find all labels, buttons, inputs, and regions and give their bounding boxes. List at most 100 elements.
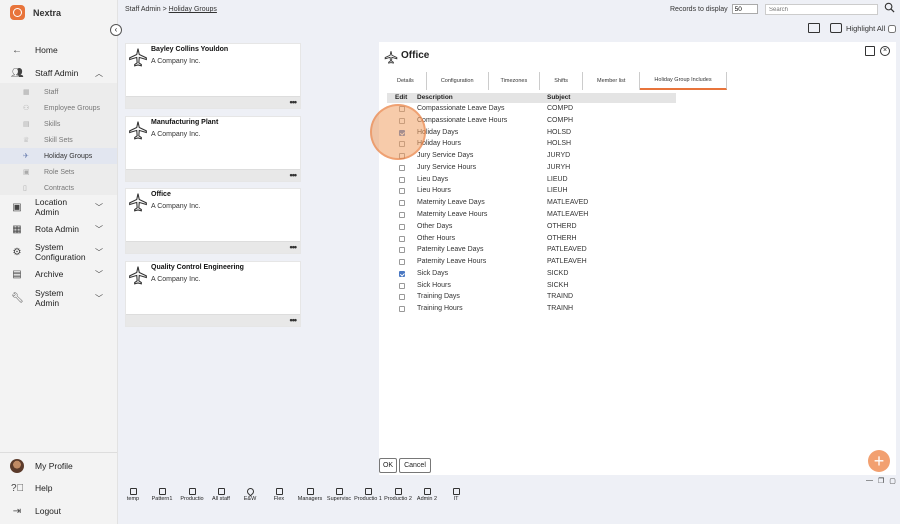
cancel-button[interactable]: Cancel <box>399 458 431 473</box>
sidebar-item-location-admin[interactable]: ▣ Location Admin ﹀ <box>0 197 117 217</box>
holiday-group-card[interactable]: Manufacturing Plant A Company Inc. ••• <box>125 116 301 182</box>
breadcrumb-current[interactable]: Holiday Groups <box>169 6 217 13</box>
include-checkbox[interactable] <box>399 212 405 219</box>
group-tab-icon <box>188 488 196 495</box>
group-tab-icon <box>129 488 137 495</box>
more-options-icon[interactable]: ••• <box>290 315 298 325</box>
sidebar-item-system-configuration[interactable]: ⚙ System Configuration ﹀ <box>0 242 117 262</box>
include-checkbox[interactable] <box>399 117 405 124</box>
group-tab[interactable]: Pattern1 <box>148 488 176 503</box>
holiday-group-card[interactable]: Quality Control Engineering A Company In… <box>125 261 301 327</box>
highlight-all[interactable]: Highlight All <box>846 24 897 33</box>
sidebar-item-my-profile[interactable]: My Profile <box>0 460 117 472</box>
holiday-group-card[interactable]: Office A Company Inc. ••• <box>125 188 301 254</box>
sidebar-item-logout[interactable]: ⇥ Logout <box>0 505 117 517</box>
grid-view-icon[interactable] <box>830 23 842 33</box>
group-tab[interactable]: IT <box>442 488 470 503</box>
group-tab-icon <box>452 488 460 495</box>
highlight-all-checkbox[interactable] <box>888 24 897 33</box>
group-tab[interactable]: temp <box>119 488 147 503</box>
tab-timezones[interactable]: Timezones <box>489 72 541 90</box>
include-checkbox[interactable] <box>399 188 405 195</box>
include-checkbox[interactable] <box>399 282 405 289</box>
sidebar-item-employee-groups[interactable]: ⚇ Employee Groups <box>0 100 117 116</box>
sidebar-item-skills[interactable]: ▤ Skills <box>0 116 117 132</box>
include-checkbox[interactable] <box>399 223 405 230</box>
chevron-down-icon: ﹀ <box>95 269 103 279</box>
tab-member-list[interactable]: Member list <box>583 72 641 90</box>
row-description: Maternity Leave Hours <box>417 211 488 219</box>
records-label: Records to display <box>670 5 728 13</box>
building-icon: ▣ <box>12 201 22 213</box>
sidebar-item-archive[interactable]: ▤ Archive ﹀ <box>0 268 117 280</box>
close-icon[interactable]: × <box>880 46 890 56</box>
include-checkbox[interactable] <box>399 164 405 171</box>
group-tab[interactable]: All staff <box>207 488 235 503</box>
sidebar-item-staff[interactable]: ▦ Staff <box>0 84 117 100</box>
row-description: Jury Service Hours <box>417 163 477 171</box>
group-tab[interactable]: Productio 1 <box>354 488 382 503</box>
tab-shifts[interactable]: Shifts <box>540 72 583 90</box>
row-subject: JURYH <box>547 163 571 171</box>
include-checkbox[interactable] <box>399 200 405 207</box>
add-button[interactable]: + <box>868 450 890 472</box>
search-icon[interactable] <box>884 2 895 13</box>
include-checkbox[interactable] <box>399 106 405 112</box>
card-subtitle: A Company Inc. <box>151 203 201 210</box>
include-checkbox[interactable] <box>399 153 405 160</box>
breadcrumb-separator: > <box>162 6 167 13</box>
more-options-icon[interactable]: ••• <box>290 170 298 180</box>
search-input[interactable] <box>765 4 878 15</box>
logo[interactable]: Nextra <box>10 5 61 20</box>
table-row: Paternity Leave Hours PATLEAVEH <box>387 258 687 270</box>
group-tab[interactable]: Admin 2 <box>413 488 441 503</box>
row-description: Training Hours <box>417 305 463 313</box>
row-subject: LIEUH <box>547 187 568 195</box>
sidebar: Nextra ← Home 👥︎ Staff Admin ︿ ▦ Staff ⚇… <box>0 0 118 524</box>
include-checkbox[interactable] <box>399 247 405 254</box>
sidebar-item-staff-admin[interactable]: 👥︎ Staff Admin ︿ <box>0 67 117 79</box>
group-tab[interactable]: Productio <box>178 488 206 503</box>
ok-button[interactable]: OK <box>379 458 397 473</box>
more-options-icon[interactable]: ••• <box>290 97 298 107</box>
include-checkbox[interactable] <box>399 259 405 266</box>
include-checkbox[interactable] <box>399 141 405 148</box>
tab-holiday-group-includes[interactable]: Holiday Group Includes <box>640 72 727 90</box>
sidebar-item-contracts[interactable]: ▯ Contracts <box>0 180 117 196</box>
breadcrumb-root[interactable]: Staff Admin <box>125 6 161 13</box>
group-tab[interactable]: Managers <box>296 488 324 503</box>
document-icon: ▯ <box>23 185 27 192</box>
table-row: Sick Hours SICKH <box>387 282 687 294</box>
include-checkbox[interactable] <box>399 176 405 183</box>
table-row: Jury Service Hours JURYH <box>387 164 687 176</box>
include-checkbox[interactable] <box>399 235 405 242</box>
sidebar-item-system-admin[interactable]: 🔧︎ System Admin ﹀ <box>0 288 117 308</box>
sidebar-item-skill-sets[interactable]: ♕ Skill Sets <box>0 132 117 148</box>
group-tab[interactable]: Productio 2 <box>384 488 412 503</box>
more-options-icon[interactable]: ••• <box>290 242 298 252</box>
highlight-all-label: Highlight All <box>846 24 886 33</box>
include-checkbox[interactable] <box>399 270 405 277</box>
row-description: Holiday Hours <box>417 140 461 148</box>
sidebar-item-rota-admin[interactable]: ▦ Rota Admin ﹀ <box>0 223 117 235</box>
include-checkbox[interactable] <box>399 306 405 313</box>
group-tab[interactable]: E&W <box>236 486 264 503</box>
minimize-panel-icon[interactable] <box>865 46 875 56</box>
sidebar-item-help[interactable]: ?⃞ Help <box>0 482 117 494</box>
include-checkbox[interactable] <box>399 294 405 301</box>
row-description: Compassionate Leave Days <box>417 105 505 112</box>
list-view-icon[interactable] <box>808 23 820 33</box>
sidebar-item-role-sets[interactable]: ▣ Role Sets <box>0 164 117 180</box>
collapse-sidebar-button[interactable]: ‹ <box>110 24 122 36</box>
include-checkbox[interactable] <box>399 129 405 136</box>
sidebar-item-home[interactable]: ← Home <box>0 44 117 56</box>
holiday-group-card[interactable]: Bayley Collins Youldon A Company Inc. ••… <box>125 43 301 109</box>
tab-configuration[interactable]: Configuration <box>427 72 489 90</box>
group-tab[interactable]: Supervisc <box>325 488 353 503</box>
row-subject: SICKD <box>547 269 569 277</box>
tab-details[interactable]: Details <box>385 72 427 90</box>
sidebar-item-holiday-groups[interactable]: ✈︎ Holiday Groups <box>0 148 117 164</box>
group-tab[interactable]: Flex <box>265 488 293 503</box>
skills-icon: ▤ <box>23 121 30 128</box>
records-input[interactable] <box>731 4 758 14</box>
